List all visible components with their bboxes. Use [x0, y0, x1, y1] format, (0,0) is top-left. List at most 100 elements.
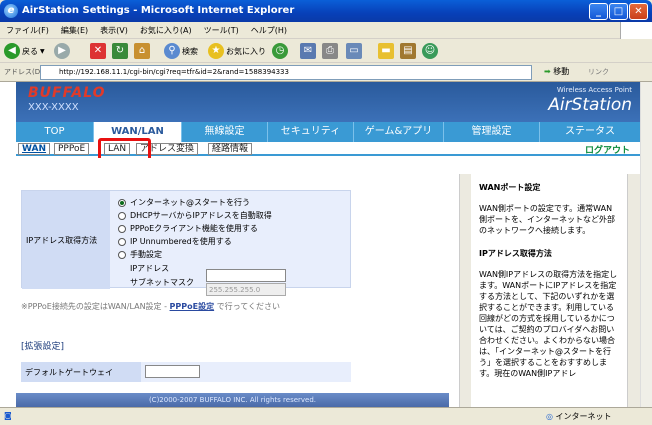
nav-security[interactable]: セキュリティ: [268, 122, 354, 142]
ip-address-label: IPアドレス: [130, 264, 170, 273]
back-button[interactable]: ◀ 戻る ▼: [4, 42, 45, 60]
radio[interactable]: [118, 224, 126, 233]
extended-settings-title: [拡張設定]: [21, 342, 65, 352]
print-button[interactable]: ⎙: [322, 42, 338, 60]
menu-tools[interactable]: ツール(T): [198, 22, 245, 36]
search-label: 検索: [182, 46, 198, 56]
ip-method-form: IPアドレス取得方法 インターネット@スタートを行う DHCPサーバからIPアド…: [21, 190, 351, 289]
help-scrollbar[interactable]: [627, 174, 640, 407]
menu-view[interactable]: 表示(V): [94, 22, 134, 36]
nav-status[interactable]: ステータス: [540, 122, 640, 142]
favorites-button[interactable]: ★ お気に入り: [208, 42, 266, 60]
star-icon: ★: [208, 43, 224, 59]
option-label: 手動設定: [130, 250, 162, 259]
subnav-wan[interactable]: WAN: [18, 143, 51, 155]
buffalo-logo: BUFFALO: [28, 85, 106, 101]
option-label: インターネット@スタートを行う: [130, 198, 250, 207]
menu-favorites[interactable]: お気に入り(A): [134, 22, 198, 36]
messenger-button[interactable]: ☺: [422, 42, 438, 60]
menu-bar: ファイル(F) 編集(E) 表示(V) お気に入り(A) ツール(T) ヘルプ(H): [0, 22, 652, 39]
nav-game-apps[interactable]: ゲーム&アプリ: [354, 122, 444, 142]
option-manual[interactable]: 手動設定: [118, 249, 162, 260]
back-label: 戻る: [22, 46, 38, 56]
messenger-icon: ☺: [422, 43, 438, 59]
option-ip-unnumbered[interactable]: IP Unnumberedを使用する: [118, 236, 232, 247]
links-button[interactable]: リンク: [588, 67, 609, 77]
help-text-wan: WAN側ポートの設定です。通常WAN側ポートを、インターネットなど外部のネットワ…: [479, 204, 615, 235]
forward-arrow-icon: ▶: [54, 43, 70, 59]
option-dhcp[interactable]: DHCPサーバからIPアドレスを自動取得: [118, 210, 272, 221]
favorites-label: お気に入り: [226, 46, 266, 56]
research-button[interactable]: ▤: [400, 42, 416, 60]
menu-help[interactable]: ヘルプ(H): [245, 22, 293, 36]
zone-label: インターネット: [555, 412, 612, 421]
print-icon: ⎙: [322, 43, 338, 59]
subnet-mask-input[interactable]: 255.255.255.0: [206, 283, 286, 296]
go-label: 移動: [553, 67, 570, 76]
edit-button[interactable]: ▭: [346, 42, 362, 60]
ip-address-input[interactable]: [206, 269, 286, 282]
forward-button[interactable]: ▶: [54, 42, 70, 60]
refresh-button[interactable]: ↻: [112, 42, 128, 60]
note-text-end: で行ってください: [216, 302, 281, 311]
radio[interactable]: [118, 250, 126, 259]
option-pppoe[interactable]: PPPoEクライアント機能を使用する: [118, 223, 258, 234]
go-arrow-icon: ➡: [544, 67, 551, 76]
subnav-pppoe[interactable]: PPPoE: [54, 143, 90, 155]
history-icon: ◷: [272, 43, 288, 59]
menu-edit[interactable]: 編集(E): [55, 22, 94, 36]
copyright-bar: (C)2000-2007 BUFFALO INC. All rights res…: [16, 393, 449, 407]
page-status-icon: ◙: [4, 411, 12, 420]
minimize-button[interactable]: _: [589, 3, 608, 20]
radio[interactable]: [118, 237, 126, 246]
model-name: XXX-XXXX: [28, 102, 79, 113]
gateway-row: デフォルトゲートウェイ: [21, 362, 351, 382]
ie-icon: e: [4, 4, 18, 18]
help-pane: WANポート設定 WAN側ポートの設定です。通常WAN側ポートを、インターネット…: [471, 174, 627, 407]
menu-file[interactable]: ファイル(F): [0, 22, 55, 36]
folder-icon: ▬: [378, 43, 394, 59]
home-icon: ⌂: [134, 43, 150, 59]
url-input[interactable]: http://192.168.11.1/cgi-bin/cgi?req=tfr&…: [40, 65, 532, 80]
radio[interactable]: [118, 211, 126, 220]
close-button[interactable]: ✕: [629, 3, 648, 20]
mail-icon: ✉: [300, 43, 316, 59]
option-internet-start[interactable]: インターネット@スタートを行う: [118, 197, 250, 208]
home-button[interactable]: ⌂: [134, 42, 150, 60]
address-label: アドレス(D): [4, 68, 43, 76]
nav-wireless[interactable]: 無線設定: [182, 122, 268, 142]
chevron-down-icon: ▼: [40, 47, 45, 55]
stop-button[interactable]: ✕: [90, 42, 106, 60]
option-label: IP Unnumberedを使用する: [130, 237, 232, 246]
page-content: BUFFALO XXX-XXXX Wireless Access Point A…: [0, 82, 640, 407]
help-title-ip: IPアドレス取得方法: [479, 249, 552, 258]
wap-label: Wireless Access Point: [556, 86, 632, 94]
settings-pane: IPアドレス取得方法 インターネット@スタートを行う DHCPサーバからIPアド…: [16, 158, 459, 407]
airstation-logo: AirStation: [548, 95, 632, 115]
window-scrollbar[interactable]: [640, 82, 652, 407]
subnet-mask-label: サブネットマスク: [130, 278, 194, 287]
toolbar: ◀ 戻る ▼ ▶ ✕ ↻ ⌂ ⚲ 検索 ★ お気に入り ◷ ✉ ⎙ ▭ ▬ ▤ ☺: [0, 39, 652, 63]
maximize-button[interactable]: □: [609, 3, 628, 20]
title-bar: e AirStation Settings - Microsoft Intern…: [0, 0, 652, 22]
radio-selected[interactable]: [118, 198, 126, 207]
folder-button[interactable]: ▬: [378, 42, 394, 60]
mail-button[interactable]: ✉: [300, 42, 316, 60]
nav-admin[interactable]: 管理設定: [444, 122, 540, 142]
go-button[interactable]: ➡ 移動: [544, 66, 569, 77]
back-arrow-icon: ◀: [4, 43, 20, 59]
page-header: BUFFALO XXX-XXXX Wireless Access Point A…: [16, 82, 640, 122]
left-scrollbar[interactable]: [459, 174, 471, 407]
subnav-routing[interactable]: 経路情報: [208, 143, 253, 155]
logout-link[interactable]: ログアウト: [585, 143, 630, 156]
history-button[interactable]: ◷: [272, 42, 288, 60]
pppoe-settings-link[interactable]: PPPoE設定: [170, 302, 215, 311]
gateway-label: デフォルトゲートウェイ: [21, 362, 141, 382]
status-bar: ◙ ◎ インターネット: [0, 407, 652, 425]
search-button[interactable]: ⚲ 検索: [164, 42, 198, 60]
edit-icon: ▭: [346, 43, 362, 59]
gateway-input[interactable]: [145, 365, 200, 378]
help-text-ip: WAN側IPアドレスの取得方法を指定します。WANポートにIPアドレスを指定する…: [479, 270, 618, 378]
ip-method-label: IPアドレス取得方法: [22, 191, 110, 289]
nav-top[interactable]: TOP: [16, 122, 94, 142]
